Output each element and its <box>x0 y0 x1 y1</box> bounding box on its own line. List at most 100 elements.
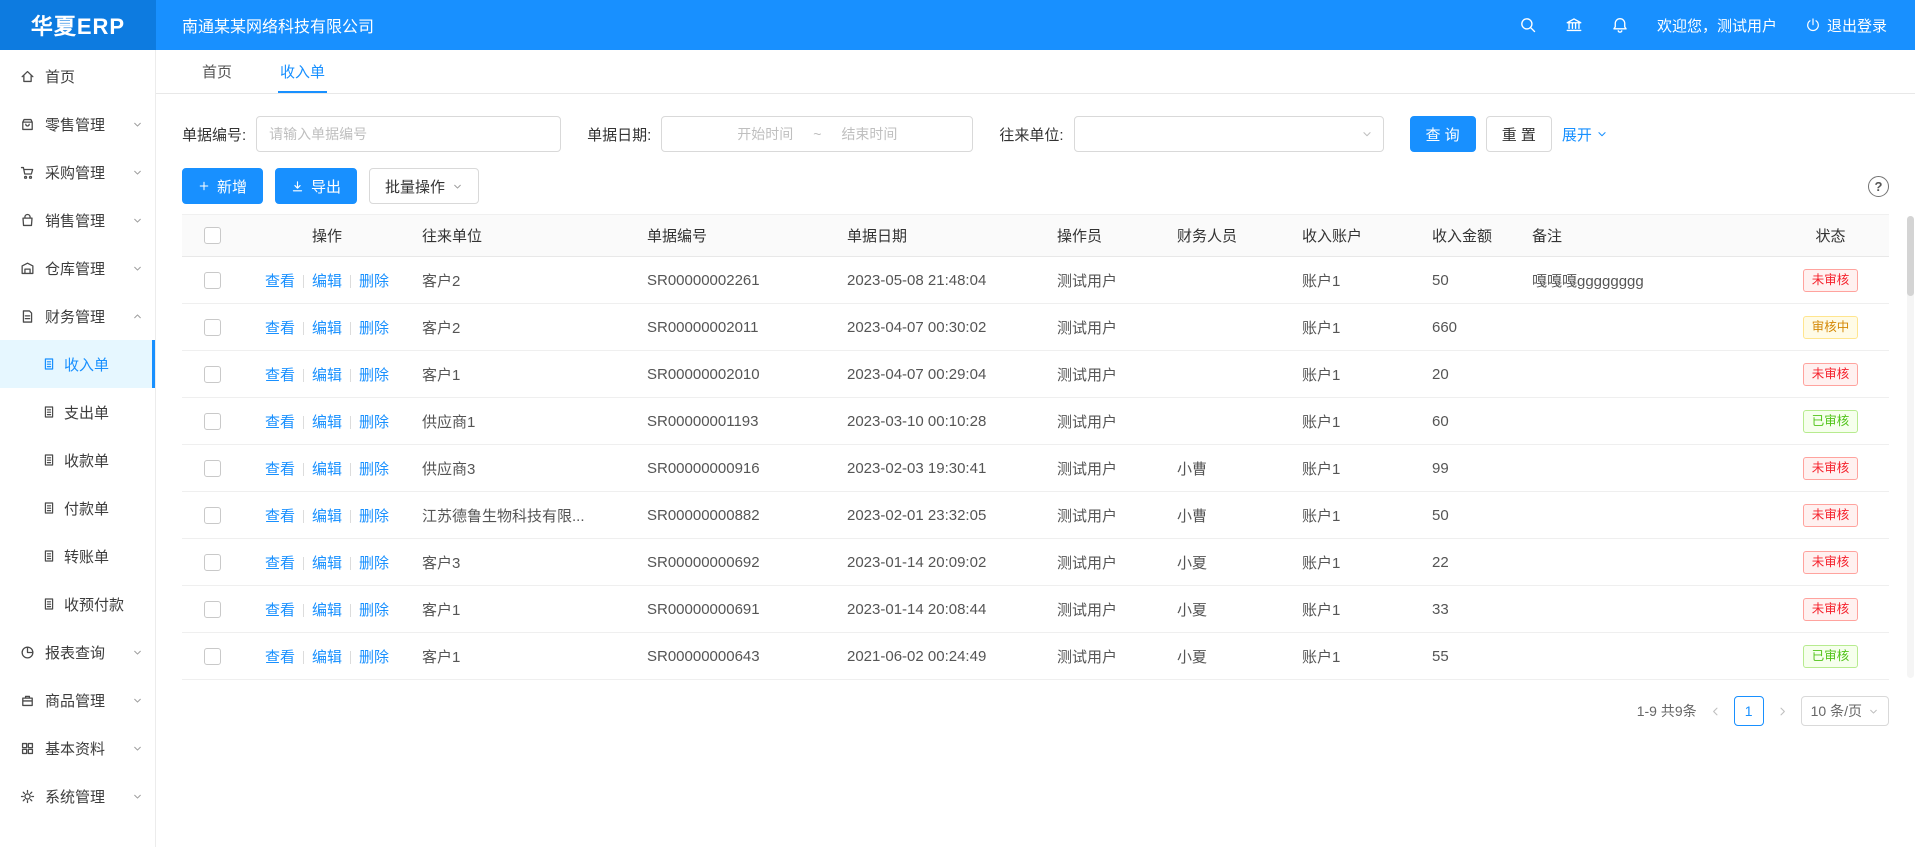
sidebar-subitem-payment-bill[interactable]: 付款单 <box>0 484 155 532</box>
reset-button[interactable]: 重 置 <box>1486 116 1552 152</box>
expand-label: 展开 <box>1562 124 1592 145</box>
bill-no-input[interactable] <box>256 116 561 152</box>
bill-no-cell: SR00000002010 <box>637 351 837 398</box>
row-checkbox[interactable] <box>204 272 221 289</box>
bill-no-cell: SR00000000643 <box>637 633 837 680</box>
edit-link[interactable]: 编辑 <box>312 367 342 384</box>
logout-button[interactable]: 退出登录 <box>1805 15 1887 36</box>
view-link[interactable]: 查看 <box>265 414 295 431</box>
platform-icon[interactable] <box>1565 16 1583 34</box>
sidebar-item-report[interactable]: 报表查询 <box>0 628 155 676</box>
report-icon <box>20 645 35 660</box>
finance-user-cell <box>1167 304 1292 351</box>
sidebar-item-label: 系统管理 <box>45 786 105 807</box>
header-actions: 欢迎您，测试用户 退出登录 <box>1519 15 1915 36</box>
sidebar-item-system[interactable]: 系统管理 <box>0 772 155 820</box>
divider <box>350 604 351 617</box>
sidebar-item-warehouse[interactable]: 仓库管理 <box>0 244 155 292</box>
sidebar-item-goods[interactable]: 商品管理 <box>0 676 155 724</box>
unit-cell: 江苏德鲁生物科技有限... <box>412 492 637 539</box>
view-link[interactable]: 查看 <box>265 602 295 619</box>
bill-no-label: 单据编号: <box>182 124 246 145</box>
select-all-checkbox[interactable] <box>204 227 221 244</box>
unit-select[interactable] <box>1074 116 1384 152</box>
edit-link[interactable]: 编辑 <box>312 508 342 525</box>
remark-cell <box>1522 445 1772 492</box>
edit-link[interactable]: 编辑 <box>312 273 342 290</box>
view-link[interactable]: 查看 <box>265 555 295 572</box>
sidebar-item-purchase[interactable]: 采购管理 <box>0 148 155 196</box>
page-size-select[interactable]: 10 条/页 <box>1801 696 1889 726</box>
delete-link[interactable]: 删除 <box>359 320 389 337</box>
edit-link[interactable]: 编辑 <box>312 602 342 619</box>
export-button[interactable]: 导出 <box>275 168 357 204</box>
remark-cell <box>1522 351 1772 398</box>
expand-toggle[interactable]: 展开 <box>1562 124 1608 145</box>
sidebar-item-finance[interactable]: 财务管理 <box>0 292 155 340</box>
row-checkbox[interactable] <box>204 319 221 336</box>
sidebar-item-home[interactable]: 首页 <box>0 52 155 100</box>
view-link[interactable]: 查看 <box>265 320 295 337</box>
sidebar-subitem-income-bill[interactable]: 收入单 <box>0 340 155 388</box>
view-link[interactable]: 查看 <box>265 367 295 384</box>
status-badge: 未审核 <box>1803 363 1859 386</box>
delete-link[interactable]: 删除 <box>359 602 389 619</box>
next-page-button[interactable] <box>1776 705 1789 718</box>
unit-cell: 客户1 <box>412 351 637 398</box>
operator-cell: 测试用户 <box>1047 304 1167 351</box>
add-button[interactable]: 新增 <box>182 168 263 204</box>
column-header: 往来单位 <box>412 215 637 257</box>
view-link[interactable]: 查看 <box>265 461 295 478</box>
search-icon[interactable] <box>1519 16 1537 34</box>
delete-link[interactable]: 删除 <box>359 555 389 572</box>
prev-page-button[interactable] <box>1709 705 1722 718</box>
basic-icon <box>20 741 35 756</box>
tab-income-bill[interactable]: 收入单 <box>278 50 327 93</box>
edit-link[interactable]: 编辑 <box>312 649 342 666</box>
delete-link[interactable]: 删除 <box>359 508 389 525</box>
delete-link[interactable]: 删除 <box>359 367 389 384</box>
edit-link[interactable]: 编辑 <box>312 320 342 337</box>
delete-link[interactable]: 删除 <box>359 414 389 431</box>
view-link[interactable]: 查看 <box>265 649 295 666</box>
row-checkbox[interactable] <box>204 507 221 524</box>
batch-operations-button[interactable]: 批量操作 <box>369 168 479 204</box>
delete-link[interactable]: 删除 <box>359 461 389 478</box>
doc-icon <box>42 597 56 611</box>
edit-link[interactable]: 编辑 <box>312 414 342 431</box>
row-checkbox[interactable] <box>204 601 221 618</box>
unit-cell: 客户2 <box>412 257 637 304</box>
sidebar-item-sales[interactable]: 销售管理 <box>0 196 155 244</box>
page-number-button[interactable]: 1 <box>1734 696 1764 726</box>
help-icon[interactable]: ? <box>1868 176 1889 197</box>
view-link[interactable]: 查看 <box>265 508 295 525</box>
tab-home[interactable]: 首页 <box>200 50 234 93</box>
status-badge: 已审核 <box>1803 645 1859 668</box>
sidebar-subitem-expense-bill[interactable]: 支出单 <box>0 388 155 436</box>
edit-link[interactable]: 编辑 <box>312 461 342 478</box>
operator-cell: 测试用户 <box>1047 445 1167 492</box>
sidebar-subitem-receipt-bill[interactable]: 收款单 <box>0 436 155 484</box>
search-button[interactable]: 查 询 <box>1410 116 1476 152</box>
row-checkbox[interactable] <box>204 648 221 665</box>
delete-link[interactable]: 删除 <box>359 649 389 666</box>
divider <box>303 604 304 617</box>
edit-link[interactable]: 编辑 <box>312 555 342 572</box>
view-link[interactable]: 查看 <box>265 273 295 290</box>
amount-cell: 660 <box>1422 304 1522 351</box>
row-checkbox[interactable] <box>204 413 221 430</box>
delete-link[interactable]: 删除 <box>359 273 389 290</box>
table-scrollbar[interactable] <box>1907 216 1914 678</box>
scrollbar-thumb[interactable] <box>1907 216 1914 296</box>
sidebar-subitem-advance-bill[interactable]: 收预付款 <box>0 580 155 628</box>
sidebar-subitem-transfer-bill[interactable]: 转账单 <box>0 532 155 580</box>
row-checkbox[interactable] <box>204 554 221 571</box>
bell-icon[interactable] <box>1611 16 1629 34</box>
operator-cell: 测试用户 <box>1047 586 1167 633</box>
row-checkbox[interactable] <box>204 366 221 383</box>
date-range-picker[interactable]: 开始时间 ~ 结束时间 <box>661 116 973 152</box>
sidebar-item-basic[interactable]: 基本资料 <box>0 724 155 772</box>
sidebar-item-retail[interactable]: 零售管理 <box>0 100 155 148</box>
row-checkbox[interactable] <box>204 460 221 477</box>
chevron-up-icon <box>132 311 143 322</box>
